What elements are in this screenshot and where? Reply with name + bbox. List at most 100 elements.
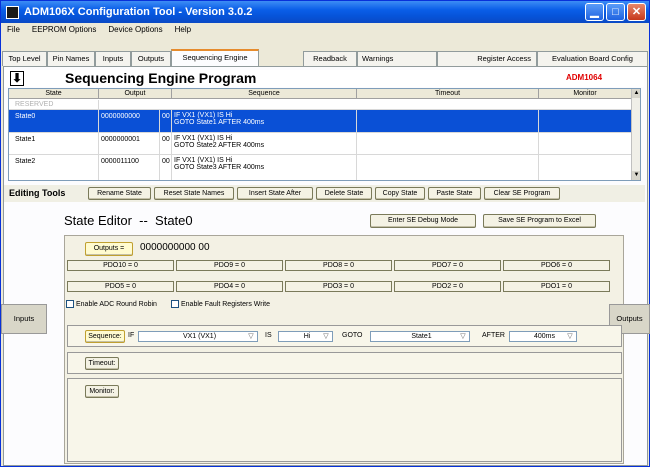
clear-se-program-button[interactable]: Clear SE Program xyxy=(484,187,560,200)
paste-state-button[interactable]: Paste State xyxy=(428,187,481,200)
pdo8-toggle[interactable]: PDO8 = 0 xyxy=(285,260,392,271)
tab-evaluation-board-config[interactable]: Evaluation Board Config xyxy=(537,51,648,66)
editing-toolbar: Editing Tools Rename State Reset State N… xyxy=(4,185,645,202)
col-state: State xyxy=(9,89,99,99)
pdo7-toggle[interactable]: PDO7 = 0 xyxy=(394,260,501,271)
output-bits-cell: 00 xyxy=(160,133,172,154)
if-label: IF xyxy=(128,332,135,339)
sequence-goto: GOTO State3 AFTER 400ms xyxy=(174,164,265,171)
table-scrollbar[interactable]: ▲ ▼ xyxy=(631,89,640,180)
app-icon xyxy=(6,5,19,19)
sequence-condition: IF VX1 (VX1) IS Hi xyxy=(174,112,233,119)
sequence-cell: IF VX1 (VX1) IS Hi GOTO State1 AFTER 400… xyxy=(172,110,357,132)
editing-tools-label: Editing Tools xyxy=(9,188,66,198)
monitor-cell xyxy=(539,155,632,180)
reset-state-names-button[interactable]: Reset State Names xyxy=(154,187,234,200)
chevron-down-icon: ▽ xyxy=(567,333,573,340)
sequence-delay-value: 400ms xyxy=(533,333,555,340)
sequence-box: Sequence: IF VX1 (VX1) ▽ IS Hi ▽ GOTO Stat… xyxy=(67,325,622,347)
minimize-button[interactable]: ▁ xyxy=(585,3,604,21)
rename-state-button[interactable]: Rename State xyxy=(88,187,151,200)
output-cell: 0000000000 xyxy=(99,110,160,132)
fault-registers-checkbox[interactable] xyxy=(171,300,179,308)
pdo9-toggle[interactable]: PDO9 = 0 xyxy=(176,260,283,271)
sequence-delay-dropdown[interactable]: 400ms ▽ xyxy=(509,331,577,342)
menu-device-options[interactable]: Device Options xyxy=(102,25,168,34)
delete-state-button[interactable]: Delete State xyxy=(316,187,372,200)
inputs-side-button[interactable]: Inputs xyxy=(1,304,47,334)
scroll-down-icon[interactable]: ▼ xyxy=(632,171,640,180)
menu-file[interactable]: File xyxy=(1,25,26,34)
adc-round-robin-option[interactable]: Enable ADC Round Robin xyxy=(66,300,157,308)
state-cell: State0 xyxy=(9,110,99,132)
sequence-level-value: Hi xyxy=(303,333,311,340)
tab-top-level[interactable]: Top Level xyxy=(2,51,47,66)
device-label: ADM1064 xyxy=(566,73,603,82)
monitor-box: Monitor: xyxy=(67,378,622,462)
tab-warnings[interactable]: Warnings xyxy=(357,51,437,66)
after-label: AFTER xyxy=(482,332,505,339)
insert-state-after-button[interactable]: Insert State After xyxy=(237,187,313,200)
monitor-button[interactable]: Monitor: xyxy=(85,385,119,398)
adc-round-robin-checkbox[interactable] xyxy=(66,300,74,308)
sequence-button[interactable]: Sequence: xyxy=(85,330,125,343)
sequence-target-dropdown[interactable]: State1 ▽ xyxy=(370,331,470,342)
sequence-input-value: VX1 (VX1) xyxy=(182,333,217,340)
tab-strip: Top Level Pin Names Inputs Outputs Seque… xyxy=(1,36,649,69)
output-cell: 0000000001 xyxy=(99,133,160,154)
down-arrow-icon[interactable]: ⬇ xyxy=(10,71,24,86)
tab-sequencing-engine[interactable]: Sequencing Engine xyxy=(171,49,259,67)
title-bar: ADM106X Configuration Tool - Version 3.0… xyxy=(1,1,649,23)
output-bits-cell: 00 xyxy=(160,110,172,132)
enter-se-debug-mode-button[interactable]: Enter SE Debug Mode xyxy=(370,214,476,228)
output-bits-cell: 00 xyxy=(160,155,172,180)
outputs-button[interactable]: Outputs = xyxy=(85,242,133,256)
close-button[interactable]: ✕ xyxy=(627,3,646,21)
page-title: Sequencing Engine Program xyxy=(65,70,257,86)
tab-readback[interactable]: Readback xyxy=(303,51,357,66)
pdo5-toggle[interactable]: PDO5 = 0 xyxy=(67,281,174,292)
window-title: ADM106X Configuration Tool - Version 3.0… xyxy=(24,6,253,18)
scroll-up-icon[interactable]: ▲ xyxy=(632,89,640,98)
state-table: State Output Sequence Timeout Monitor RE… xyxy=(8,88,641,181)
menu-help[interactable]: Help xyxy=(169,25,197,34)
monitor-cell xyxy=(539,110,632,132)
col-timeout: Timeout xyxy=(357,89,539,99)
pdo10-toggle[interactable]: PDO10 = 0 xyxy=(67,260,174,271)
table-row[interactable]: RESERVED xyxy=(9,100,632,110)
pdo1-toggle[interactable]: PDO1 = 0 xyxy=(503,281,610,292)
col-sequence: Sequence xyxy=(172,89,357,99)
pdo3-toggle[interactable]: PDO3 = 0 xyxy=(285,281,392,292)
table-row[interactable]: State0 0000000000 00 IF VX1 (VX1) IS Hi … xyxy=(9,110,632,133)
sequence-condition: IF VX1 (VX1) IS Hi xyxy=(174,157,233,164)
goto-label: GOTO xyxy=(342,332,363,339)
fault-registers-option[interactable]: Enable Fault Registers Write xyxy=(171,300,270,308)
tab-inputs[interactable]: Inputs xyxy=(95,51,131,66)
app-window: ADM106X Configuration Tool - Version 3.0… xyxy=(0,0,650,467)
tab-register-access[interactable]: Register Access xyxy=(437,51,537,66)
sequence-goto: GOTO State2 AFTER 400ms xyxy=(174,142,265,149)
tab-pin-names[interactable]: Pin Names xyxy=(47,51,95,66)
sequence-cell: IF VX1 (VX1) IS Hi GOTO State3 AFTER 400… xyxy=(172,155,357,180)
state-editor-title: State Editor -- State0 xyxy=(64,213,193,228)
timeout-cell xyxy=(357,155,539,180)
chevron-down-icon: ▽ xyxy=(248,333,254,340)
copy-state-button[interactable]: Copy State xyxy=(375,187,425,200)
table-row[interactable]: State1 0000000001 00 IF VX1 (VX1) IS Hi … xyxy=(9,133,632,155)
col-output: Output xyxy=(99,89,172,99)
state-cell: State1 xyxy=(9,133,99,154)
menu-eeprom-options[interactable]: EEPROM Options xyxy=(26,25,102,34)
timeout-button[interactable]: Timeout: xyxy=(85,357,119,370)
save-se-program-to-excel-button[interactable]: Save SE Program to Excel xyxy=(483,214,596,228)
maximize-button[interactable]: □ xyxy=(606,3,625,21)
pdo6-toggle[interactable]: PDO6 = 0 xyxy=(503,260,610,271)
table-row[interactable]: State2 0000011100 00 IF VX1 (VX1) IS Hi … xyxy=(9,155,632,180)
pdo2-toggle[interactable]: PDO2 = 0 xyxy=(394,281,501,292)
sequence-input-dropdown[interactable]: VX1 (VX1) ▽ xyxy=(138,331,258,342)
pdo4-toggle[interactable]: PDO4 = 0 xyxy=(176,281,283,292)
timeout-box: Timeout: xyxy=(67,352,622,374)
sequence-level-dropdown[interactable]: Hi ▽ xyxy=(278,331,333,342)
tab-outputs[interactable]: Outputs xyxy=(131,51,171,66)
sequence-target-value: State1 xyxy=(411,333,432,340)
output-cell: 0000011100 xyxy=(99,155,160,180)
